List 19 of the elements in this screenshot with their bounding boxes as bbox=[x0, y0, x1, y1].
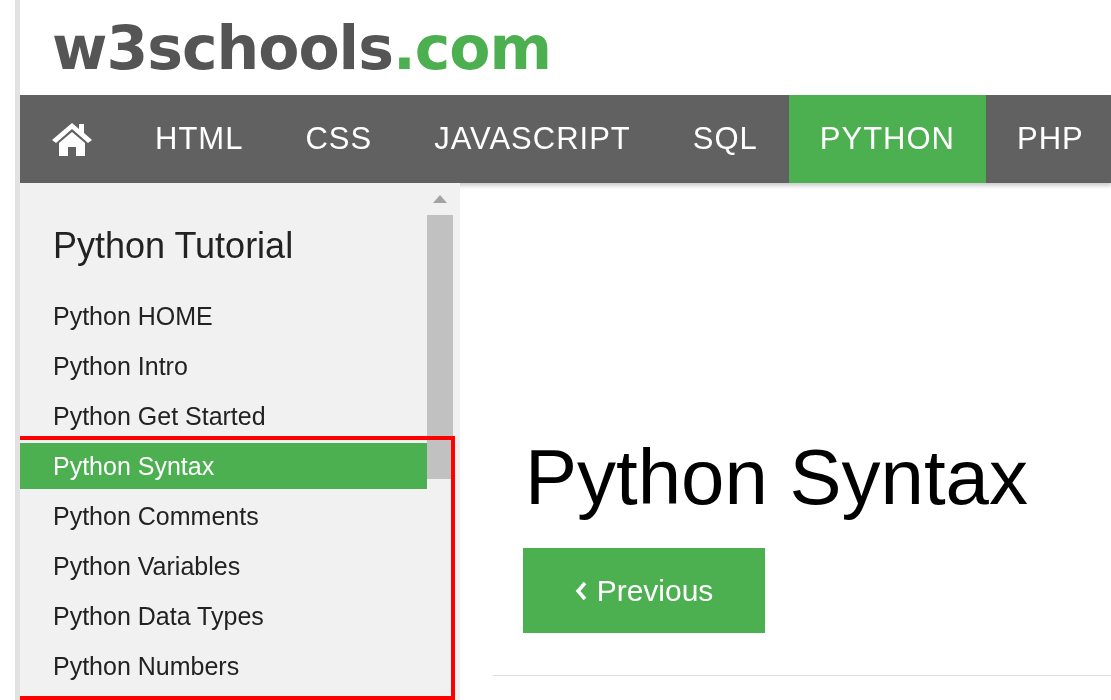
sidebar-link[interactable]: Python Intro bbox=[20, 343, 427, 389]
logo[interactable]: w3schools.com bbox=[52, 17, 551, 78]
sidebar-link[interactable]: Python Comments bbox=[20, 493, 427, 539]
sidebar-title: Python Tutorial bbox=[52, 225, 295, 268]
sidebar-link[interactable]: Python Variables bbox=[20, 543, 427, 589]
scrollbar-thumb[interactable] bbox=[427, 215, 453, 479]
nav-link[interactable]: SQL bbox=[661, 95, 789, 183]
home-icon bbox=[51, 121, 93, 157]
sidebar-link[interactable]: Python Numbers bbox=[20, 643, 427, 689]
page-heading: Python Syntax bbox=[525, 438, 1029, 518]
nav-link[interactable]: JAVASCRIPT bbox=[403, 95, 662, 183]
nav-link[interactable]: HTML bbox=[124, 95, 275, 183]
sidebar-link[interactable]: Python Get Started bbox=[20, 393, 427, 439]
chevron-left-icon bbox=[574, 580, 587, 601]
sidebar-link[interactable]: Python HOME bbox=[20, 293, 427, 339]
nav-link[interactable]: CSS bbox=[274, 95, 404, 183]
nav-link[interactable]: PHP bbox=[985, 95, 1111, 183]
sidebar-link[interactable]: Python Data Types bbox=[20, 593, 427, 639]
scroll-up-icon[interactable] bbox=[433, 195, 447, 203]
